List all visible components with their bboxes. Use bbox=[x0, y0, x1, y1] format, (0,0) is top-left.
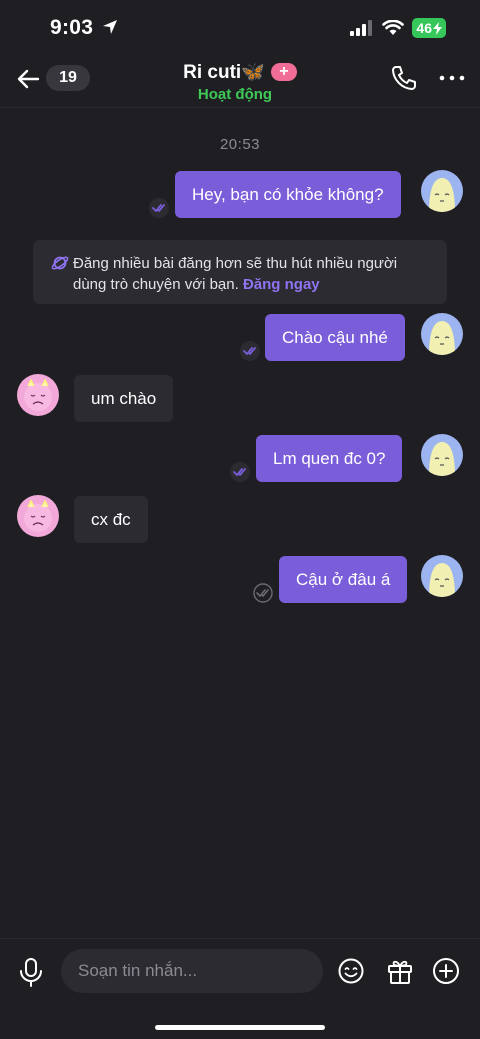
contact-avatar[interactable] bbox=[17, 374, 59, 416]
incoming-message[interactable]: um chào bbox=[74, 375, 174, 422]
gift-icon[interactable] bbox=[386, 957, 414, 985]
outgoing-message[interactable]: Hey, bạn có khỏe không? bbox=[175, 171, 401, 218]
message-input-bar bbox=[0, 938, 480, 1004]
read-receipt-icon bbox=[240, 341, 260, 361]
contact-avatar-face-icon bbox=[24, 499, 52, 532]
add-attachment-icon[interactable] bbox=[432, 957, 460, 985]
plus-badge: + bbox=[270, 63, 297, 81]
my-avatar[interactable] bbox=[421, 170, 463, 212]
battery-indicator: 46 bbox=[412, 18, 446, 38]
my-avatar-face-icon bbox=[429, 321, 455, 355]
my-avatar[interactable] bbox=[421, 313, 463, 355]
cellular-signal-icon bbox=[350, 20, 373, 36]
chat-header: 19 Ri cuti🦋 + Hoạt động bbox=[0, 56, 480, 108]
more-options-icon[interactable] bbox=[438, 66, 466, 90]
contact-avatar[interactable] bbox=[17, 495, 59, 537]
sent-receipt-icon bbox=[253, 583, 273, 603]
chat-timestamp: 20:53 bbox=[219, 136, 261, 153]
my-avatar-face-icon bbox=[429, 563, 455, 597]
read-receipt-icon bbox=[230, 462, 250, 482]
charging-bolt-icon bbox=[433, 21, 442, 35]
home-indicator[interactable] bbox=[155, 1025, 325, 1030]
status-time: 9:03 bbox=[50, 16, 118, 40]
post-suggestion-notice: Đăng nhiều bài đăng hơn sẽ thu hút nhiều… bbox=[33, 240, 447, 304]
my-avatar-face-icon bbox=[429, 442, 455, 476]
contact-avatar-face-icon bbox=[24, 378, 52, 411]
incoming-message[interactable]: cx đc bbox=[74, 496, 148, 543]
status-time-text: 9:03 bbox=[50, 16, 94, 39]
my-avatar[interactable] bbox=[421, 434, 463, 476]
read-receipt-icon bbox=[149, 198, 169, 218]
contact-name: Ri cuti🦋 bbox=[183, 62, 265, 83]
status-indicators: 46 bbox=[350, 18, 446, 38]
notice-text: Đăng nhiều bài đăng hơn sẽ thu hút nhiều… bbox=[73, 255, 398, 293]
emoji-icon[interactable] bbox=[337, 957, 365, 985]
microphone-icon[interactable] bbox=[18, 957, 44, 987]
wifi-icon bbox=[382, 20, 405, 35]
title-row: Ri cuti🦋 + bbox=[183, 60, 297, 84]
planet-icon bbox=[51, 256, 69, 270]
message-input[interactable] bbox=[61, 949, 323, 993]
my-avatar[interactable] bbox=[421, 555, 463, 597]
outgoing-message[interactable]: Lm quen đc 0? bbox=[256, 435, 403, 482]
post-now-link[interactable]: Đăng ngay bbox=[243, 276, 320, 293]
outgoing-message[interactable]: Cậu ở đâu á bbox=[279, 556, 408, 603]
location-arrow-icon bbox=[103, 20, 118, 34]
my-avatar-face-icon bbox=[429, 178, 455, 212]
phone-call-icon[interactable] bbox=[390, 64, 418, 92]
status-bar: 9:03 46 bbox=[0, 0, 480, 56]
battery-level: 46 bbox=[416, 20, 432, 36]
outgoing-message[interactable]: Chào cậu nhé bbox=[265, 314, 405, 361]
